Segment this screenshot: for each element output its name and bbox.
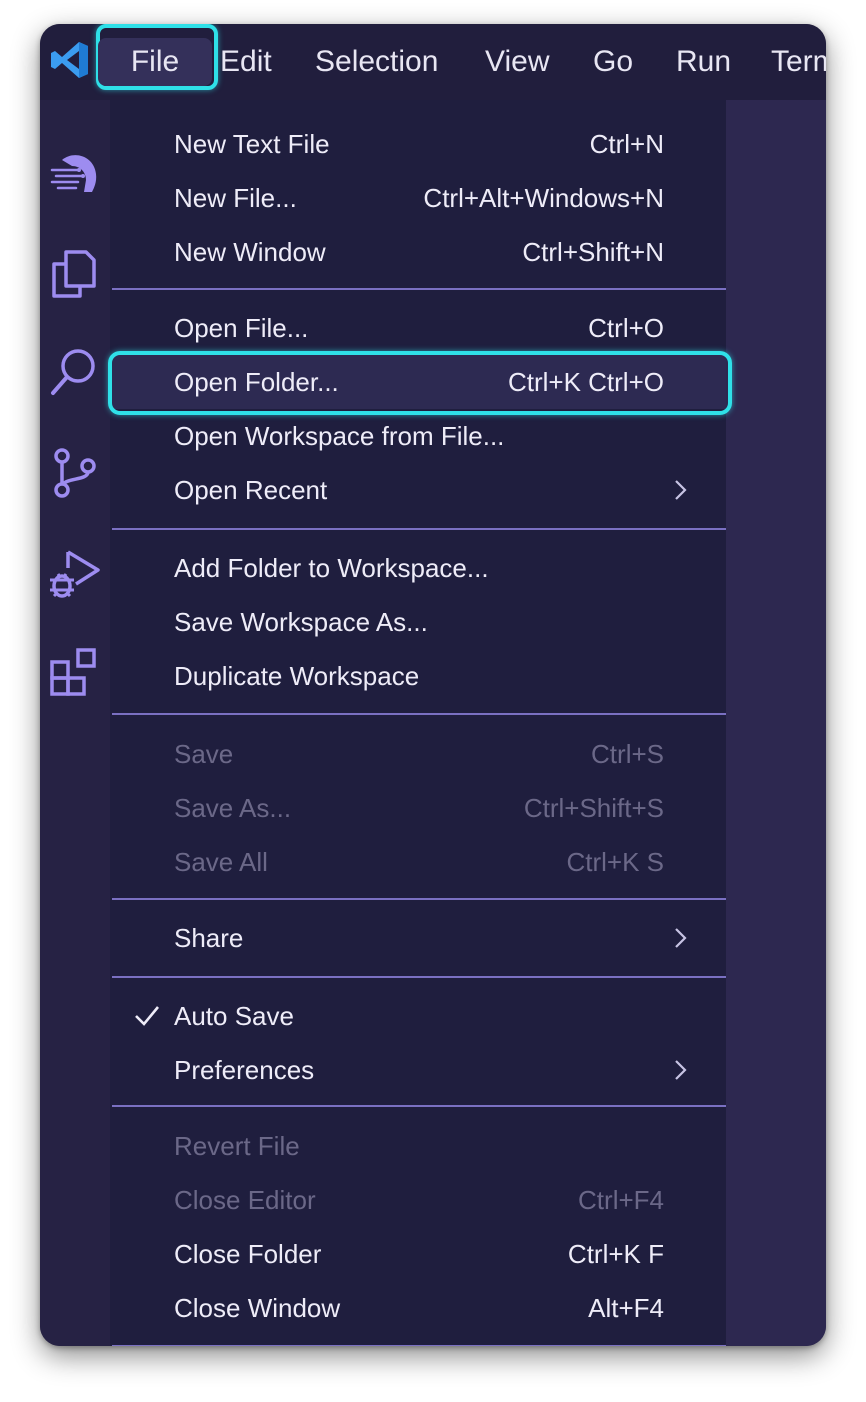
search-icon[interactable] [48,346,102,400]
menu-item-label: Auto Save [174,1001,294,1031]
menu-item-close-window[interactable]: Close Window Alt+F4 [110,1281,726,1335]
menu-item-open-file[interactable]: Open File... Ctrl+O [110,301,726,355]
menu-item-label: Close Editor [174,1185,316,1215]
file-menu-dropdown: New Text File Ctrl+N New File... Ctrl+Al… [108,100,732,1346]
menu-item-label: Share [174,923,244,953]
menu-item-duplicate-workspace[interactable]: Duplicate Workspace [110,649,726,703]
menu-item-save-workspace-as[interactable]: Save Workspace As... [110,595,726,649]
menu-file[interactable]: File [98,38,212,86]
menu-item-label: New Window [174,237,326,267]
menu-item-label: Close Window [174,1293,341,1323]
menu-item-label: Close Folder [174,1239,322,1269]
menu-item-label: Preferences [174,1055,315,1085]
menu-item-label: Add Folder to Workspace... [174,553,489,583]
menu-run[interactable]: Run [676,38,731,86]
menu-item-preferences[interactable]: Preferences [110,1043,726,1097]
menu-item-close-editor: Close Editor Ctrl+F4 [110,1173,726,1227]
menu-view[interactable]: View [485,38,549,86]
menu-item-open-folder[interactable]: Open Folder... Ctrl+K Ctrl+O [108,351,732,415]
menu-item-save-as: Save As... Ctrl+Shift+S [110,781,726,835]
menu-item-close-folder[interactable]: Close Folder Ctrl+K F [110,1227,726,1281]
menu-item-share[interactable]: Share [110,911,726,965]
menu-item-label: New Text File [174,129,330,159]
editor-area [726,100,826,1346]
extensions-icon[interactable] [48,646,102,700]
menu-item-shortcut: Ctrl+F4 [578,1185,664,1215]
menu-item-shortcut: Ctrl+N [589,129,664,159]
menu-item-new-file[interactable]: New File... Ctrl+Alt+Windows+N [110,171,726,225]
menu-item-new-window[interactable]: New Window Ctrl+Shift+N [110,225,726,279]
menu-item-revert-file: Revert File [110,1119,726,1173]
menu-separator [112,1345,726,1346]
menu-item-shortcut: Ctrl+Alt+Windows+N [423,183,664,213]
menu-item-shortcut: Ctrl+K F [567,1239,664,1269]
menu-item-add-folder-to-workspace[interactable]: Add Folder to Workspace... [110,541,726,595]
menu-item-open-recent[interactable]: Open Recent [110,463,726,517]
menu-separator [112,976,726,978]
vscode-logo-icon [48,38,92,82]
menu-terminal[interactable]: Term [771,38,826,86]
menu-item-save: Save Ctrl+S [110,727,726,781]
chevron-right-icon [668,478,692,502]
menu-item-shortcut: Ctrl+Shift+S [523,793,664,823]
menu-item-label: Save All [174,847,268,877]
menu-go[interactable]: Go [593,38,633,86]
menu-edit[interactable]: Edit [220,38,272,86]
menu-item-shortcut: Ctrl+K Ctrl+O [507,367,664,397]
menu-item-shortcut: Ctrl+S [591,739,664,769]
menu-item-label: Revert File [174,1131,300,1161]
menu-item-shortcut: Ctrl+O [588,313,664,343]
menu-item-label: Save [174,739,234,769]
menu-item-save-all: Save All Ctrl+K S [110,835,726,889]
menu-selection[interactable]: Selection [315,38,438,86]
vscode-window: File Edit Selection View Go Run Term New… [40,24,826,1346]
menu-bar: File Edit Selection View Go Run Term [40,24,826,100]
menu-item-label: Duplicate Workspace [174,661,420,691]
menu-item-new-text-file[interactable]: New Text File Ctrl+N [110,117,726,171]
menu-item-label: Open Folder... [174,367,339,397]
checkmark-icon [132,1001,162,1031]
copilot-icon[interactable] [48,146,102,200]
menu-separator [112,528,726,530]
menu-item-shortcut: Alt+F4 [588,1293,664,1323]
menu-item-label: Open Recent [174,475,328,505]
menu-item-label: Save As... [174,793,292,823]
menu-item-label: Save Workspace As... [174,607,428,637]
source-control-icon[interactable] [48,446,102,500]
menu-item-label: Open Workspace from File... [174,421,505,451]
chevron-right-icon [668,1058,692,1082]
explorer-icon[interactable] [48,246,102,300]
menu-item-label: Open File... [174,313,309,343]
run-debug-icon[interactable] [48,546,102,600]
activity-bar [40,100,110,1346]
menu-separator [112,898,726,900]
menu-item-label: New File... [174,183,297,213]
menu-separator [112,288,726,290]
menu-separator [112,1105,726,1107]
menu-item-auto-save[interactable]: Auto Save [110,989,726,1043]
menu-item-open-workspace-from-file[interactable]: Open Workspace from File... [110,409,726,463]
menu-item-shortcut: Ctrl+Shift+N [522,237,664,267]
menu-item-shortcut: Ctrl+K S [566,847,664,877]
menu-separator [112,713,726,715]
chevron-right-icon [668,926,692,950]
